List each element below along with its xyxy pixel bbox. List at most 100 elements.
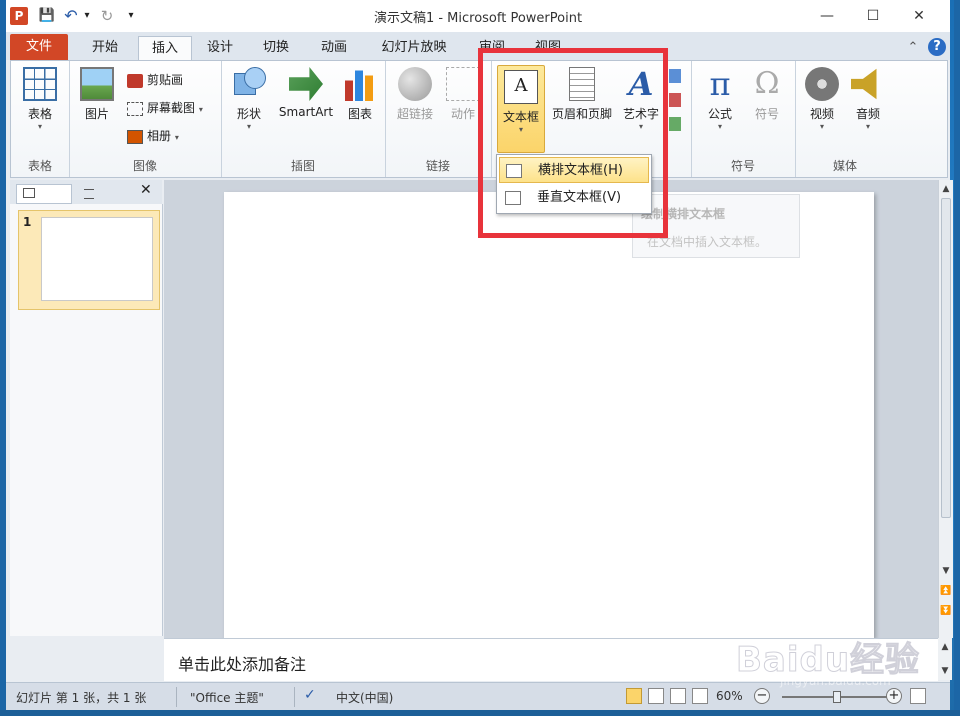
picture-label: 图片	[84, 107, 109, 121]
action-label: 动作	[450, 107, 475, 121]
notes-pane[interactable]: 单击此处添加备注	[164, 638, 938, 681]
powerpoint-window: P 💾 ↶ ▾ ↻ ▾ 演示文稿1 - Microsoft PowerPoint…	[6, 0, 953, 716]
window-title: 演示文稿1 - Microsoft PowerPoint	[373, 11, 583, 26]
scroll-up-icon[interactable]: ▲	[938, 640, 952, 654]
outline-tab-icon	[84, 189, 94, 199]
tab-insert[interactable]: 插入	[138, 36, 192, 62]
clipart-button[interactable]: 剪贴画	[127, 69, 183, 91]
table-label: 表格	[27, 107, 52, 121]
zoom-level[interactable]: 60%	[716, 689, 743, 703]
globe-link-icon	[398, 67, 432, 101]
photo-album-button[interactable]: 相册 ▾	[127, 125, 179, 147]
audio-button[interactable]: 音频 ▾	[847, 67, 889, 131]
zoom-slider-handle[interactable]	[833, 691, 841, 703]
fit-to-window-icon[interactable]	[910, 688, 926, 704]
scroll-up-icon[interactable]: ▲	[939, 182, 953, 196]
slide-canvas[interactable]	[224, 192, 874, 638]
vertical-scrollbar[interactable]: ▲ ▼ ⏫ ⏬	[938, 180, 953, 638]
speaker-icon	[851, 68, 877, 100]
chart-icon	[343, 67, 377, 101]
tab-design[interactable]: 设计	[198, 36, 242, 60]
shapes-label: 形状	[236, 107, 261, 121]
next-slide-icon[interactable]: ⏬	[939, 604, 953, 618]
notes-scrollbar[interactable]: ▲ ▼	[938, 638, 952, 680]
group-label-symbols: 符号	[730, 159, 755, 173]
scroll-down-icon[interactable]: ▼	[939, 564, 953, 578]
chart-button[interactable]: 图表	[341, 67, 379, 122]
normal-view-icon[interactable]	[626, 688, 642, 704]
chevron-down-icon: ▾	[37, 122, 42, 131]
status-divider	[176, 687, 177, 707]
hyperlink-label: 超链接	[396, 107, 433, 121]
language-status[interactable]: 中文(中国)	[336, 689, 393, 706]
symbol-button[interactable]: Ω 符号	[747, 67, 787, 122]
tab-file[interactable]: 文件	[10, 34, 68, 60]
status-bar: 幻灯片 第 1 张，共 1 张 "Office 主题" ✓ 中文(中国) 60%…	[6, 682, 950, 711]
group-illustrations: 形状 ▾ SmartArt 图表 插图	[221, 61, 386, 177]
clipart-icon	[127, 73, 143, 88]
maximize-button[interactable]: ☐	[858, 4, 888, 28]
spell-check-icon[interactable]: ✓	[304, 687, 322, 705]
desktop-edge-right	[954, 0, 960, 716]
shapes-button[interactable]: 形状 ▾	[229, 67, 269, 131]
smartart-button[interactable]: SmartArt	[275, 67, 337, 119]
date-time-icon[interactable]	[669, 69, 681, 83]
audio-label: 音频	[855, 107, 880, 121]
zoom-out-icon[interactable]: −	[754, 688, 770, 704]
minimize-button[interactable]: —	[812, 4, 842, 28]
group-media: 视频 ▾ 音频 ▾ 媒体	[795, 61, 895, 177]
screenshot-icon	[127, 101, 143, 116]
reading-view-icon[interactable]	[670, 688, 686, 704]
photo-album-label: 相册	[147, 129, 172, 143]
previous-slide-icon[interactable]: ⏫	[939, 584, 953, 598]
tab-animations[interactable]: 动画	[312, 36, 356, 60]
close-pane-icon[interactable]: ✕	[140, 182, 152, 198]
table-button[interactable]: 表格 ▾	[19, 67, 61, 131]
video-button[interactable]: 视频 ▾	[801, 67, 843, 131]
desktop-taskbar	[0, 710, 960, 716]
table-icon	[23, 67, 57, 101]
smartart-icon	[289, 67, 323, 101]
zoom-slider[interactable]	[782, 691, 892, 703]
tab-transitions[interactable]: 切换	[254, 36, 298, 60]
close-button[interactable]: ✕	[904, 4, 934, 28]
scroll-down-icon[interactable]: ▼	[938, 664, 952, 678]
equation-label: 公式	[707, 107, 732, 121]
smartart-label: SmartArt	[278, 105, 334, 119]
slide-sorter-icon[interactable]	[648, 688, 664, 704]
group-tables: 表格 ▾ 表格	[11, 61, 70, 177]
zoom-in-icon[interactable]: +	[886, 688, 902, 704]
video-label: 视频	[809, 107, 834, 121]
hyperlink-button[interactable]: 超链接	[391, 67, 439, 122]
equation-button[interactable]: π 公式 ▾	[699, 67, 741, 131]
slide-number-icon[interactable]	[669, 93, 681, 107]
group-label-tables: 表格	[27, 159, 52, 173]
group-label-links: 链接	[425, 159, 450, 173]
slide-thumbnail[interactable]	[41, 217, 153, 301]
slide-thumbnail-selected[interactable]: 1	[18, 210, 160, 310]
tab-slideshow[interactable]: 幻灯片放映	[374, 36, 454, 60]
help-icon[interactable]: ?	[928, 38, 946, 56]
chevron-down-icon: ▾	[819, 122, 824, 131]
chevron-down-icon: ▾	[865, 122, 870, 131]
slide-editing-area	[164, 180, 938, 638]
tab-home[interactable]: 开始	[80, 36, 130, 60]
scrollbar-thumb[interactable]	[941, 198, 951, 518]
action-button[interactable]: 动作	[443, 67, 483, 122]
slideshow-icon[interactable]	[692, 688, 708, 704]
chevron-down-icon: ▾	[717, 122, 722, 131]
notes-placeholder: 单击此处添加备注	[178, 655, 307, 674]
slides-tab[interactable]	[16, 184, 72, 204]
slide-count-status: 幻灯片 第 1 张，共 1 张	[16, 691, 147, 705]
group-label-media: 媒体	[832, 159, 857, 173]
group-images: 图片 剪贴画 屏幕截图 ▾ 相册 ▾ 图像	[69, 61, 222, 177]
screenshot-label: 屏幕截图	[147, 101, 196, 115]
picture-button[interactable]: 图片	[77, 67, 117, 122]
outline-tab[interactable]	[76, 184, 132, 202]
collapse-ribbon-icon[interactable]: ⌃	[906, 36, 920, 60]
group-label-illustrations: 插图	[290, 159, 315, 173]
screenshot-button[interactable]: 屏幕截图 ▾	[127, 97, 203, 119]
theme-status[interactable]: "Office 主题"	[190, 689, 264, 706]
object-icon[interactable]	[669, 117, 681, 131]
title-bar: P 💾 ↶ ▾ ↻ ▾ 演示文稿1 - Microsoft PowerPoint…	[6, 0, 950, 32]
